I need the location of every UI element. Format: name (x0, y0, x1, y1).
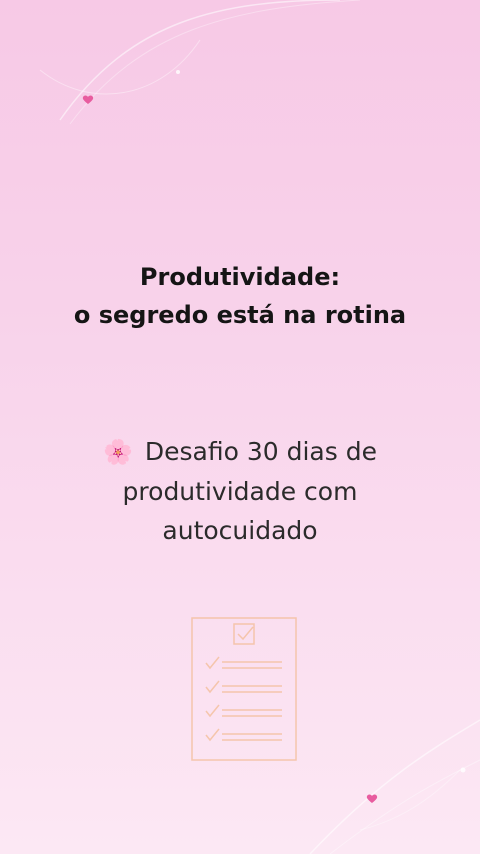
decorative-curve (69, 0, 361, 125)
decorative-curve (359, 769, 461, 831)
decorative-curve (309, 719, 480, 854)
sparkle-dot (176, 70, 180, 74)
heart-icon (82, 95, 94, 104)
title-line-2: o segredo está na rotina (73, 301, 407, 329)
checklist-icon (191, 617, 297, 761)
decorative-curve (329, 759, 480, 854)
challenge-subtitle: 🌸 Desafio 30 dias de produtividade com a… (60, 432, 420, 550)
sparkle-dot (460, 767, 466, 773)
page-title: Produtividade: o segredo está na rotina (0, 258, 480, 334)
subtitle-text: Desafio 30 dias de produtividade com aut… (122, 437, 377, 545)
decorative-curve (59, 0, 341, 121)
title-line-1: Produtividade: (139, 263, 341, 291)
decorative-curve (39, 39, 201, 95)
heart-icon (366, 794, 378, 803)
cherry-blossom-icon: 🌸 (103, 438, 133, 466)
